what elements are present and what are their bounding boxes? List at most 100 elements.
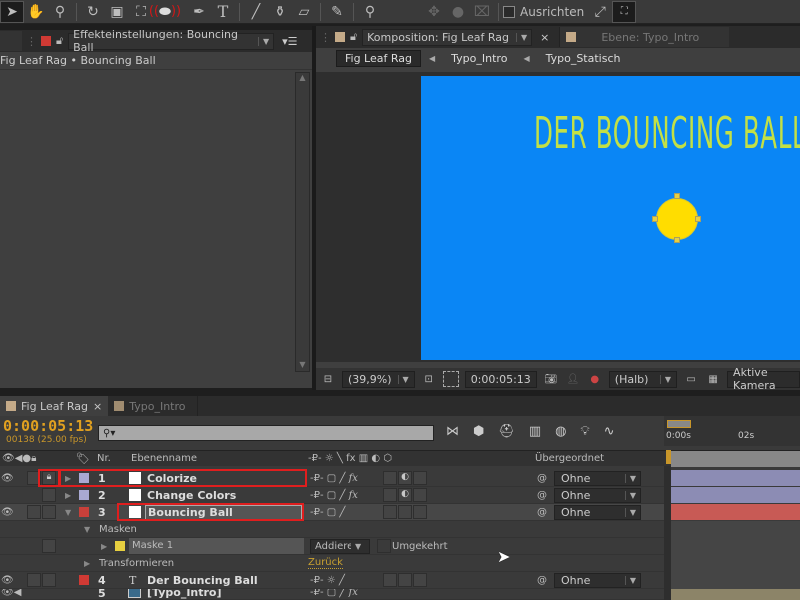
layer-switches[interactable]: -₽- ▢ ╱ fx (310, 589, 358, 598)
snapshot-icon[interactable]: 📷︎ (543, 371, 559, 387)
puppet-pin-tool-icon[interactable]: ⚲ (358, 1, 382, 23)
layer-label-color[interactable] (79, 490, 89, 500)
extend-snap-icon[interactable]: ⛶ (612, 0, 637, 23)
layer-name[interactable]: Change Colors (147, 489, 236, 502)
pick-whip-icon[interactable]: @ (537, 490, 547, 501)
lock-switch[interactable] (42, 539, 56, 553)
layer-bar-typo-intro[interactable] (671, 589, 800, 600)
parent-dropdown[interactable]: Ohne ▼ (554, 470, 641, 486)
solo-switch[interactable] (27, 573, 41, 587)
motion-blur-switch[interactable] (383, 573, 397, 587)
layer-switches[interactable]: -₽- ☼ ╱ (310, 575, 345, 586)
local-axis-icon[interactable]: ✥ (422, 1, 446, 23)
tab-fig-leaf-rag[interactable]: Fig Leaf Rag × (0, 396, 109, 416)
mask-color-swatch[interactable] (115, 541, 125, 551)
mask-visibility-icon[interactable] (442, 371, 459, 387)
text-tool-icon[interactable]: T (211, 1, 235, 23)
lock-switch[interactable] (42, 505, 56, 519)
effects-panel-dropdown[interactable]: Effekteinstellungen: Bouncing Ball ▼ (68, 28, 275, 54)
time-ruler[interactable]: 0:00s 02s (664, 416, 800, 446)
layer-bar-bouncing-ball[interactable] (671, 504, 800, 520)
3d-layer-switch[interactable] (413, 573, 427, 587)
adjustment-layer-icon[interactable]: ◐ (398, 488, 412, 502)
snap-checkbox[interactable] (503, 5, 515, 18)
close-tab-icon[interactable]: × (540, 31, 549, 44)
grip-icon[interactable]: ⋮ (320, 31, 331, 44)
pen-tool-icon[interactable]: ✒ (187, 1, 211, 23)
pick-whip-icon[interactable]: @ (537, 507, 547, 518)
layer-label-color[interactable] (79, 575, 89, 585)
adjustment-layer-icon[interactable]: ◐ (398, 471, 412, 485)
motion-blur-switch[interactable] (383, 488, 397, 502)
lock-icon[interactable]: 🔓︎ (350, 30, 357, 44)
current-time-field[interactable]: 0:00:05:13 (464, 370, 537, 388)
playhead-handle[interactable] (666, 450, 671, 464)
mask-vertex-handle[interactable] (695, 216, 701, 222)
layer-row-selected[interactable]: 👁︎ ▼ 3 Bouncing Ball -₽- ▢ ╱ @ Ohne ▼ (0, 504, 664, 521)
expand-arrow-icon[interactable]: ▶ (101, 542, 107, 551)
motion-blur-icon[interactable]: ◍ (555, 424, 566, 439)
3d-layer-switch[interactable] (413, 488, 427, 502)
visibility-audio-icon[interactable]: 👁︎◀︎ (1, 589, 21, 598)
scroll-up-icon[interactable]: ▲ (296, 73, 309, 82)
crumb-typo-intro[interactable]: Typo_Intro (443, 51, 515, 66)
brainstorm-icon[interactable]: 💡︎ (581, 424, 590, 439)
draft-3d-icon[interactable]: ⬢ (473, 424, 484, 439)
view-axis-icon[interactable]: ⌧ (470, 1, 494, 23)
ellipse-tool-icon[interactable]: ((⬬)) (149, 1, 181, 23)
hide-shy-layers-icon[interactable]: ⛑ (498, 424, 515, 439)
pick-whip-icon[interactable]: @ (537, 473, 547, 484)
current-time-display[interactable]: 0:00:05:13 (3, 417, 93, 435)
mask-mode-dropdown[interactable]: Addieren ▼ (310, 538, 370, 554)
comp-flowchart-icon[interactable]: ⋈ (446, 424, 459, 439)
close-tab-icon[interactable]: × (93, 400, 102, 413)
parent-dropdown[interactable]: Ohne ▼ (554, 504, 641, 520)
zoom-tool-icon[interactable]: ⚲ (48, 1, 72, 23)
mask-vertex-handle[interactable] (674, 193, 680, 199)
collapse-arrow-icon[interactable]: ▼ (84, 525, 90, 534)
collapsed-tab[interactable] (0, 31, 22, 51)
motion-blur-switch[interactable] (383, 471, 397, 485)
layer-switches[interactable]: -₽- ▢ ╱ fx (310, 490, 358, 501)
layer-switches[interactable]: -₽- ▢ ╱ fx (310, 473, 358, 484)
channel-icon[interactable]: ● (587, 371, 603, 387)
visibility-eye-icon[interactable]: 👁︎ (1, 473, 14, 484)
layer-row[interactable]: 👁︎◀︎ 5 [Typo_Intro] -₽- ▢ ╱ fx (0, 589, 664, 600)
always-preview-icon[interactable]: ⊟ (320, 371, 336, 387)
transform-row[interactable]: ▶ Transformieren Zurück (0, 555, 664, 572)
lock-switch[interactable] (42, 488, 56, 502)
region-of-interest-icon[interactable]: ▭ (683, 371, 699, 387)
camera-tool-icon[interactable]: ▣ (105, 1, 129, 23)
clone-stamp-tool-icon[interactable]: ⚱ (268, 1, 292, 23)
layer-switches[interactable]: -₽- ▢ ╱ (310, 507, 345, 518)
composition-canvas[interactable]: DER BOUNCING BALL (421, 76, 800, 360)
pick-whip-icon[interactable]: @ (537, 575, 547, 586)
mask-inverted-checkbox[interactable] (377, 539, 391, 553)
layer-row[interactable]: ▶ 2 Change Colors -₽- ▢ ╱ fx ◐ @ Ohne ▼ (0, 487, 664, 504)
camera-dropdown[interactable]: Aktive Kamera (727, 366, 800, 392)
world-axis-icon[interactable]: ● (446, 1, 470, 23)
layer-label-color[interactable] (79, 507, 89, 517)
brush-tool-icon[interactable]: ╱ (244, 1, 268, 23)
grip-icon[interactable]: ⋮ (26, 35, 37, 48)
frame-blending-icon[interactable]: ▥ (529, 424, 541, 439)
column-name-header[interactable]: Ebenenname (131, 453, 197, 464)
crumb-fig-leaf-rag[interactable]: Fig Leaf Rag (336, 49, 421, 67)
safe-margins-icon[interactable]: ⊡ (421, 371, 437, 387)
magnification-dropdown[interactable]: (39,9%) ▼ (342, 370, 415, 388)
tab-layer-typo-intro[interactable]: Ebene: Typo_Intro (559, 27, 730, 47)
work-area-bar[interactable] (667, 420, 691, 428)
mask-vertex-handle[interactable] (674, 237, 680, 243)
roto-brush-tool-icon[interactable]: ✎ (325, 1, 349, 23)
crumb-typo-statisch[interactable]: Typo_Statisch (538, 51, 629, 66)
graph-editor-icon[interactable]: ∿ (604, 424, 615, 439)
visibility-eye-icon[interactable]: 👁︎ (1, 507, 14, 518)
expand-arrow-icon[interactable]: ▶ (84, 559, 90, 568)
lock-switch[interactable] (42, 573, 56, 587)
adjustment-layer-switch[interactable] (398, 505, 412, 519)
lock-icon[interactable]: 🔓︎ (56, 34, 63, 48)
3d-layer-switch[interactable] (413, 471, 427, 485)
layer-bar-change-colors[interactable] (671, 487, 800, 503)
column-parent-header[interactable]: Übergeordnet (535, 453, 604, 464)
adjustment-layer-switch[interactable] (398, 573, 412, 587)
